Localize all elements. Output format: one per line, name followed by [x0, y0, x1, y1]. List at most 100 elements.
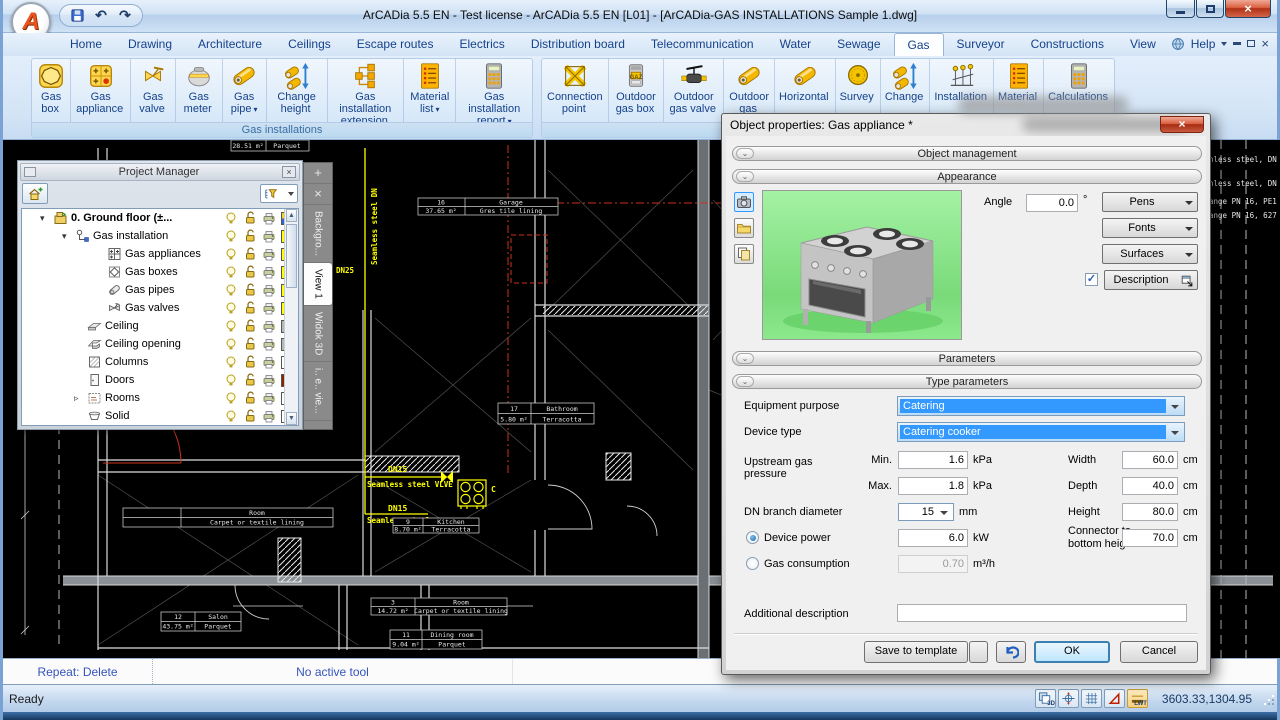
view-tab[interactable]: Backgro...: [304, 205, 332, 263]
lock-icon[interactable]: [243, 301, 257, 315]
tree-item[interactable]: Gas boxes: [22, 263, 298, 281]
restore-button[interactable]: [1196, 0, 1224, 18]
min-pressure-input[interactable]: [898, 451, 968, 469]
close-button[interactable]: ×: [1225, 0, 1271, 18]
copy-object-button[interactable]: [734, 244, 754, 264]
add-view-icon[interactable]: +: [304, 163, 332, 184]
tree-item[interactable]: Solid: [22, 407, 298, 425]
doc-close-icon[interactable]: ×: [1261, 36, 1269, 51]
ribbon-button[interactable]: Gas valve: [131, 59, 176, 123]
ribbon-button[interactable]: Outdoor gas valve: [664, 59, 724, 123]
tree-expander-icon[interactable]: ▹: [74, 393, 87, 404]
menu-tab[interactable]: Drawing: [115, 33, 185, 56]
tree-expander-icon[interactable]: ▾: [40, 213, 53, 224]
tree-item[interactable]: ▾ 0. Ground floor (±...: [22, 209, 298, 227]
additional-description-input[interactable]: [897, 604, 1187, 622]
preview-3d-button[interactable]: [734, 192, 754, 212]
repeat-command-cell[interactable]: Repeat: Delete: [3, 659, 153, 684]
menu-tab[interactable]: Escape routes: [344, 33, 447, 56]
pens-button[interactable]: Pens: [1102, 192, 1198, 212]
panel-close-icon[interactable]: ×: [282, 166, 296, 178]
ribbon-button[interactable]: Gas pipe▾: [223, 59, 267, 123]
tree-item[interactable]: Columns: [22, 353, 298, 371]
tree-item[interactable]: Gas pipes: [22, 281, 298, 299]
device-power-radio[interactable]: [746, 531, 759, 544]
visibility-bulb-icon[interactable]: [224, 265, 238, 279]
description-button[interactable]: Description: [1104, 270, 1198, 290]
tree-expander-icon[interactable]: ▾: [62, 231, 75, 242]
menu-tab[interactable]: Sewage: [824, 33, 893, 56]
layer-filter-dropdown[interactable]: [260, 184, 298, 203]
tree-item[interactable]: Gas valves: [22, 299, 298, 317]
gas-consumption-radio[interactable]: [746, 557, 759, 570]
lock-icon[interactable]: [243, 319, 257, 333]
visibility-bulb-icon[interactable]: [224, 301, 238, 315]
visibility-bulb-icon[interactable]: [224, 211, 238, 225]
menu-tab[interactable]: Constructions: [1018, 33, 1117, 56]
open-template-button[interactable]: [734, 218, 754, 238]
angle-input[interactable]: [1026, 194, 1078, 212]
ribbon-button[interactable]: Gas meter: [176, 59, 223, 123]
max-pressure-input[interactable]: [898, 477, 968, 495]
add-building-button[interactable]: [22, 183, 48, 204]
visibility-bulb-icon[interactable]: [224, 319, 238, 333]
lock-icon[interactable]: [243, 409, 257, 423]
view-tab[interactable]: i.. e.. vie...: [304, 362, 332, 421]
fonts-button[interactable]: Fonts: [1102, 218, 1198, 238]
depth-input[interactable]: [1122, 477, 1178, 495]
snap-toggle[interactable]: [1058, 689, 1079, 708]
menu-tab[interactable]: Electrics: [446, 33, 517, 56]
save-template-dropdown-button[interactable]: [969, 641, 988, 663]
lock-icon[interactable]: [243, 355, 257, 369]
lwt-toggle[interactable]: LWT: [1127, 689, 1148, 708]
scroll-down-icon[interactable]: ▼: [286, 412, 297, 425]
view-tab[interactable]: Widok 3D: [304, 306, 332, 362]
cancel-button[interactable]: Cancel: [1120, 641, 1198, 663]
scroll-up-icon[interactable]: ▲: [286, 209, 297, 222]
collapse-chevron-icon[interactable]: ⌄: [736, 353, 754, 364]
save-to-template-button[interactable]: Save to template: [864, 641, 968, 663]
section-type-parameters[interactable]: ⌄ Type parameters: [732, 374, 1202, 389]
height-input[interactable]: [1122, 503, 1178, 521]
visibility-bulb-icon[interactable]: [224, 409, 238, 423]
minimize-button[interactable]: [1166, 0, 1195, 18]
menu-tab[interactable]: View: [1117, 33, 1169, 56]
printer-icon[interactable]: [262, 319, 276, 333]
ribbon-button[interactable]: Connection point: [542, 59, 609, 123]
visibility-bulb-icon[interactable]: [224, 355, 238, 369]
device-type-select[interactable]: Catering cooker: [897, 422, 1185, 442]
menu-tab[interactable]: Surveyor: [944, 33, 1018, 56]
menu-tab[interactable]: Ceilings: [275, 33, 344, 56]
scroll-thumb[interactable]: [286, 224, 297, 288]
printer-icon[interactable]: [262, 337, 276, 351]
doc-minimize-icon[interactable]: [1233, 42, 1241, 45]
printer-icon[interactable]: [262, 265, 276, 279]
close-view-icon[interactable]: ×: [304, 184, 332, 205]
printer-icon[interactable]: [262, 355, 276, 369]
tree-item[interactable]: Ceiling: [22, 317, 298, 335]
printer-icon[interactable]: [262, 373, 276, 387]
tree-item[interactable]: Doors: [22, 371, 298, 389]
menu-tab[interactable]: Architecture: [185, 33, 275, 56]
dialog-close-button[interactable]: ×: [1160, 116, 1204, 133]
visibility-bulb-icon[interactable]: [224, 391, 238, 405]
lock-icon[interactable]: [243, 337, 257, 351]
printer-icon[interactable]: [262, 409, 276, 423]
ribbon-button[interactable]: Gas installation extension: [328, 59, 405, 123]
menu-tab[interactable]: Home: [57, 33, 115, 56]
tree-item[interactable]: ▾ Gas installation: [22, 227, 298, 245]
ribbon-button[interactable]: Gas appliance: [71, 59, 131, 123]
connector-height-input[interactable]: [1122, 529, 1178, 547]
view-tab[interactable]: View 1: [304, 263, 332, 306]
lock-icon[interactable]: [243, 283, 257, 297]
lock-icon[interactable]: [243, 391, 257, 405]
visibility-bulb-icon[interactable]: [224, 229, 238, 243]
printer-icon[interactable]: [262, 391, 276, 405]
menu-tab[interactable]: Gas: [894, 33, 944, 56]
section-appearance[interactable]: ⌄ Appearance: [732, 169, 1202, 184]
ribbon-button[interactable]: Gas box: [32, 59, 71, 123]
lock-icon[interactable]: [243, 247, 257, 261]
equipment-purpose-select[interactable]: Catering: [897, 396, 1185, 416]
menu-tab[interactable]: Distribution board: [518, 33, 638, 56]
ribbon-button[interactable]: Change height: [267, 59, 328, 123]
